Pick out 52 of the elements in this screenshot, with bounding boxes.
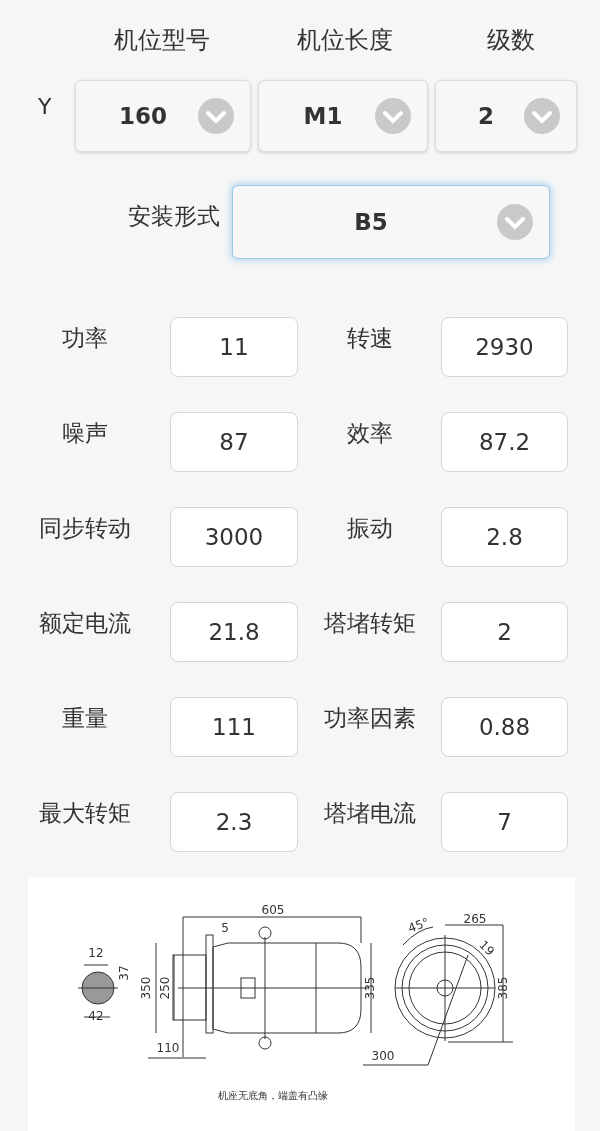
column-label: 机位型号 — [113, 25, 211, 56]
column-label: 级数 — [486, 25, 536, 56]
field-label: 效率 — [345, 419, 394, 448]
prefix-label: Y — [38, 94, 52, 121]
dropdown-select[interactable]: 160 — [75, 80, 251, 152]
chevron-down-icon — [375, 98, 411, 134]
value-field[interactable]: 7 — [441, 792, 568, 852]
field-label: 塔堵转矩 — [322, 609, 417, 638]
field-label: 功率 — [61, 324, 109, 353]
value-field[interactable]: 2930 — [441, 317, 568, 377]
chevron-down-icon — [198, 98, 234, 134]
field-label: 同步转动 — [38, 514, 132, 543]
value-field[interactable]: 0.88 — [441, 697, 568, 757]
chevron-down-icon — [497, 204, 533, 240]
value-field[interactable]: 11 — [170, 317, 298, 377]
dropdown-select[interactable]: B5 — [232, 185, 550, 259]
field-label: 塔堵电流 — [322, 799, 417, 828]
dimension-label: 37 — [117, 965, 131, 981]
value-field[interactable]: 2 — [441, 602, 568, 662]
field-label: 重量 — [61, 704, 109, 733]
chevron-down-icon — [524, 98, 560, 134]
value-field[interactable]: 2.3 — [170, 792, 298, 852]
dropdown-select[interactable]: M1 — [258, 80, 428, 152]
dropdown-select[interactable]: 2 — [435, 80, 577, 152]
field-label: 噪声 — [61, 419, 109, 448]
drawing-caption: 机座无底角，端盖有凸缘 — [218, 1090, 328, 1101]
dimension-label: 385 — [496, 976, 510, 1000]
value-field[interactable]: 3000 — [170, 507, 298, 567]
column-label: 机位长度 — [296, 25, 394, 56]
field-label: 最大转矩 — [38, 799, 132, 828]
field-label: 额定电流 — [38, 609, 132, 638]
dimension-label: 265 — [463, 912, 487, 926]
dimension-label: 250 — [158, 976, 172, 1000]
value-field[interactable]: 111 — [170, 697, 298, 757]
dimension-label: 350 — [139, 976, 153, 1000]
value-field[interactable]: 2.8 — [441, 507, 568, 567]
dimension-label: 5 — [221, 921, 229, 935]
value-field[interactable]: 87 — [170, 412, 298, 472]
field-label: 转速 — [345, 324, 394, 353]
value-field[interactable]: 21.8 — [170, 602, 298, 662]
dimension-label: 110 — [156, 1041, 180, 1055]
dimension-label: 335 — [363, 976, 377, 1000]
dimension-label: 605 — [261, 903, 285, 917]
dimension-label: 45° — [406, 915, 431, 936]
dimension-label: 19 — [476, 937, 498, 959]
value-field[interactable]: 87.2 — [441, 412, 568, 472]
dimension-label: 42 — [88, 1009, 104, 1023]
field-label: 功率因素 — [322, 704, 417, 733]
dimension-label: 12 — [88, 946, 104, 960]
field-label: 振动 — [345, 514, 394, 543]
field-label: 安装形式 — [128, 202, 220, 231]
dimension-label: 300 — [371, 1049, 395, 1063]
